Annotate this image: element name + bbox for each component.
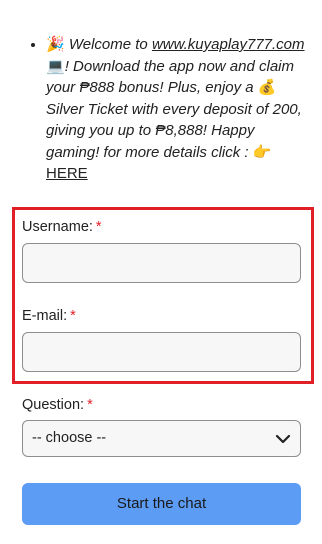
question-required-mark: *: [87, 397, 93, 413]
laptop-icon: 💻: [46, 57, 65, 75]
question-label-text: Question:: [22, 397, 85, 413]
pointing-hand-icon: 👉: [252, 143, 272, 161]
question-select[interactable]: -- choose --: [22, 420, 301, 457]
promo-body-text: Download the app now and claim your ₱888…: [46, 57, 295, 97]
welcome-text: Welcome to: [68, 36, 148, 53]
site-link[interactable]: www.kuyaplay777.com: [152, 36, 305, 53]
here-link[interactable]: HERE: [46, 165, 88, 182]
username-label-text: Username:: [22, 219, 93, 235]
username-label: Username: *: [22, 219, 102, 235]
promo-list-item: 🎉 Welcome to www.kuyaplay777.com 💻! Down…: [46, 34, 308, 185]
email-input[interactable]: [22, 332, 301, 372]
money-bag-icon: 💰: [257, 79, 277, 96]
chevron-down-icon: [275, 434, 291, 444]
email-label-text: E-mail:: [22, 308, 68, 324]
email-required-mark: *: [70, 308, 76, 324]
username-required-mark: *: [95, 219, 102, 235]
question-selected-value: -- choose --: [32, 430, 107, 446]
start-chat-button[interactable]: Start the chat: [22, 483, 301, 525]
username-input[interactable]: [22, 243, 301, 283]
question-label: Question: *: [22, 397, 93, 413]
party-popper-icon: 🎉: [46, 36, 65, 53]
promo-list: 🎉 Welcome to www.kuyaplay777.com 💻! Down…: [30, 34, 308, 185]
email-label: E-mail: *: [22, 308, 76, 324]
exclamation-text: !: [64, 57, 69, 75]
chat-prechat-form: 🎉 Welcome to www.kuyaplay777.com 💻! Down…: [0, 0, 322, 544]
promo-message: 🎉 Welcome to www.kuyaplay777.com 💻! Down…: [30, 34, 308, 185]
